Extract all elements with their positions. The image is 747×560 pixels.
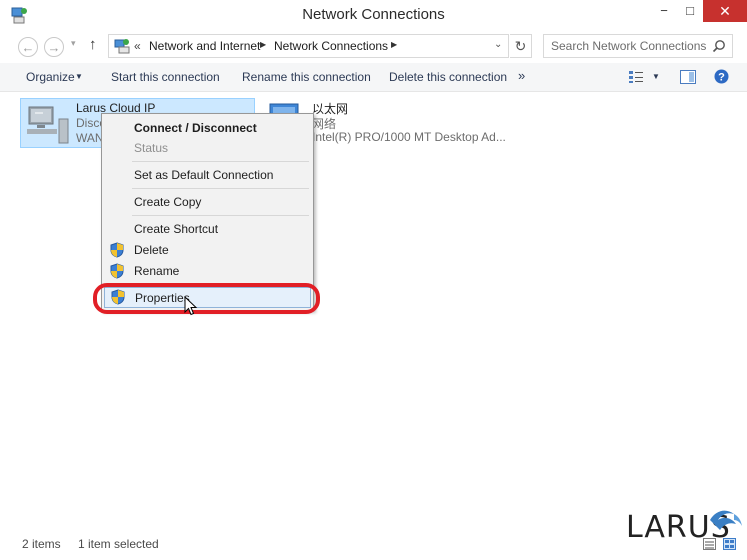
title-bar: Network Connections − □ ✕ (0, 0, 747, 30)
breadcrumb-overflow-icon[interactable]: « (134, 39, 141, 53)
context-menu: Connect / Disconnect Status Set as Defau… (101, 113, 314, 311)
menu-separator (132, 215, 309, 216)
menu-item-create-copy[interactable]: Create Copy (104, 192, 311, 212)
search-icon[interactable] (712, 39, 726, 53)
menu-item-rename[interactable]: Rename (104, 261, 311, 281)
refresh-button[interactable]: ↻ (510, 34, 532, 58)
organize-button[interactable]: Organize (26, 70, 75, 84)
menu-item-label: Connect / Disconnect (134, 121, 257, 135)
back-button[interactable]: ← (18, 37, 38, 57)
connection-device: WAN (76, 131, 104, 145)
larus-watermark-logo: LARUS (622, 504, 744, 552)
menu-item-label: Delete (134, 243, 169, 257)
selected-count: 1 item selected (78, 537, 159, 551)
menu-separator (132, 188, 309, 189)
maximize-button[interactable]: □ (678, 0, 702, 22)
breadcrumb-network-and-internet[interactable]: Network and Internet (149, 39, 260, 53)
control-panel-icon (114, 39, 130, 54)
view-dropdown-icon[interactable]: ▼ (652, 72, 660, 81)
menu-separator (132, 161, 309, 162)
menu-item-delete[interactable]: Delete (104, 240, 311, 260)
address-dropdown-icon[interactable]: ⌄ (494, 39, 502, 50)
close-button[interactable]: ✕ (703, 0, 747, 22)
breadcrumb-arrow-icon[interactable]: ▶ (391, 40, 397, 49)
seagull-logo-icon (710, 510, 742, 530)
mouse-pointer-icon (184, 296, 198, 316)
menu-item-label: Create Copy (134, 195, 202, 209)
connection-device: Intel(R) PRO/1000 MT Desktop Ad... (312, 130, 506, 144)
search-box[interactable] (543, 34, 733, 58)
menu-item-connect-disconnect[interactable]: Connect / Disconnect (104, 118, 311, 138)
command-bar: Organize ▼ Start this connection Rename … (0, 63, 747, 92)
address-bar[interactable]: « Network and Internet ▶ Network Connect… (108, 34, 509, 58)
search-input[interactable] (544, 35, 723, 57)
uac-shield-icon (110, 242, 124, 258)
rename-connection-button[interactable]: Rename this connection (242, 70, 371, 84)
uac-shield-icon (110, 263, 124, 279)
breadcrumb-network-connections[interactable]: Network Connections (274, 39, 388, 53)
start-connection-button[interactable]: Start this connection (111, 70, 220, 84)
menu-item-status: Status (104, 138, 311, 158)
breadcrumb-arrow-icon[interactable]: ▶ (260, 40, 266, 49)
menu-item-label: Status (134, 141, 169, 155)
forward-button[interactable]: → (44, 37, 64, 57)
up-arrow-button[interactable]: ↑ (89, 36, 97, 53)
menu-item-label: Create Shortcut (134, 222, 219, 236)
delete-connection-button[interactable]: Delete this connection (389, 70, 507, 84)
annotation-highlight-ring (93, 283, 320, 314)
menu-item-create-shortcut[interactable]: Create Shortcut (104, 219, 311, 239)
more-commands-button[interactable]: » (518, 68, 525, 83)
menu-item-label: Rename (134, 264, 180, 278)
organize-dropdown-icon[interactable]: ▼ (75, 72, 83, 81)
minimize-button[interactable]: − (652, 0, 676, 22)
vpn-connection-icon (27, 106, 69, 144)
preview-pane-icon[interactable] (680, 70, 696, 84)
navigation-bar: ← → ▾ ↑ « Network and Internet ▶ Network… (0, 34, 747, 60)
help-icon[interactable]: ? (714, 69, 729, 84)
recent-locations-chevron-icon[interactable]: ▾ (71, 38, 76, 49)
menu-item-label: Set as Default Connection (134, 168, 274, 182)
item-count: 2 items (22, 537, 61, 551)
menu-item-set-default-connection[interactable]: Set as Default Connection (104, 165, 311, 185)
change-view-icon[interactable] (628, 70, 644, 84)
svg-text:?: ? (718, 72, 725, 84)
window-title: Network Connections (302, 6, 445, 23)
